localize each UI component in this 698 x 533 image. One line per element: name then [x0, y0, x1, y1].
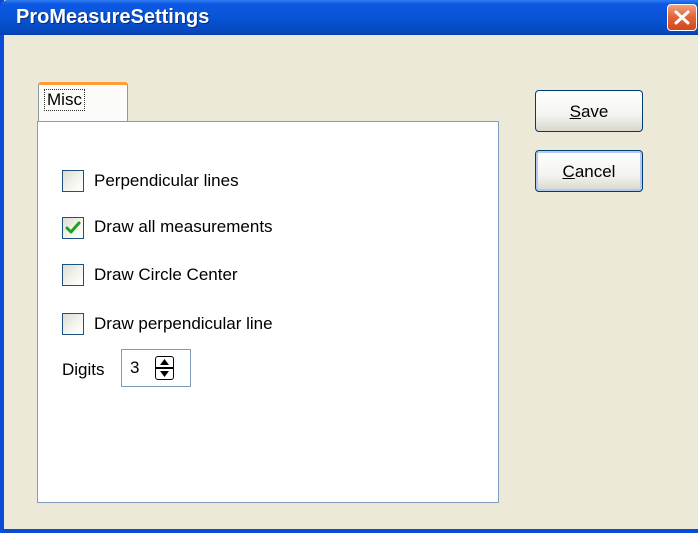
- cancel-mnemonic: C: [562, 162, 575, 181]
- draw-all-measurements-label: Draw all measurements: [94, 217, 273, 236]
- perpendicular-lines-checkbox[interactable]: [62, 170, 84, 192]
- tab-misc[interactable]: Misc: [38, 82, 128, 123]
- draw-circle-center-label: Draw Circle Center: [94, 265, 238, 284]
- cancel-label-rest: ancel: [574, 162, 616, 181]
- window-title: ProMeasureSettings: [16, 6, 210, 28]
- draw-all-measurements-checkbox[interactable]: [62, 217, 84, 239]
- close-icon: [674, 10, 690, 25]
- save-label-rest: ave: [580, 102, 609, 121]
- digits-label: Digits: [62, 360, 105, 379]
- save-button[interactable]: Save: [535, 90, 643, 132]
- close-button[interactable]: [667, 4, 697, 31]
- save-mnemonic: S: [569, 102, 581, 121]
- title-bar[interactable]: ProMeasureSettings: [0, 0, 698, 35]
- spin-down-button[interactable]: [155, 368, 174, 380]
- spin-buttons: [155, 356, 174, 380]
- spin-up-button[interactable]: [155, 356, 174, 368]
- tab-misc-label: Misc: [44, 89, 85, 111]
- perpendicular-lines-label: Perpendicular lines: [94, 171, 239, 190]
- digits-spinner[interactable]: 3: [121, 349, 191, 387]
- draw-perpendicular-line-checkbox[interactable]: [62, 313, 84, 335]
- cancel-button[interactable]: Cancel: [535, 150, 643, 192]
- checkmark-icon: [65, 221, 81, 234]
- arrow-up-icon: [160, 359, 169, 365]
- draw-circle-center-checkbox[interactable]: [62, 264, 84, 286]
- settings-dialog: ProMeasureSettings Misc Perpendicular li…: [0, 0, 698, 533]
- digits-value[interactable]: 3: [130, 358, 139, 378]
- draw-perpendicular-line-label: Draw perpendicular line: [94, 314, 273, 333]
- arrow-down-icon: [160, 371, 169, 377]
